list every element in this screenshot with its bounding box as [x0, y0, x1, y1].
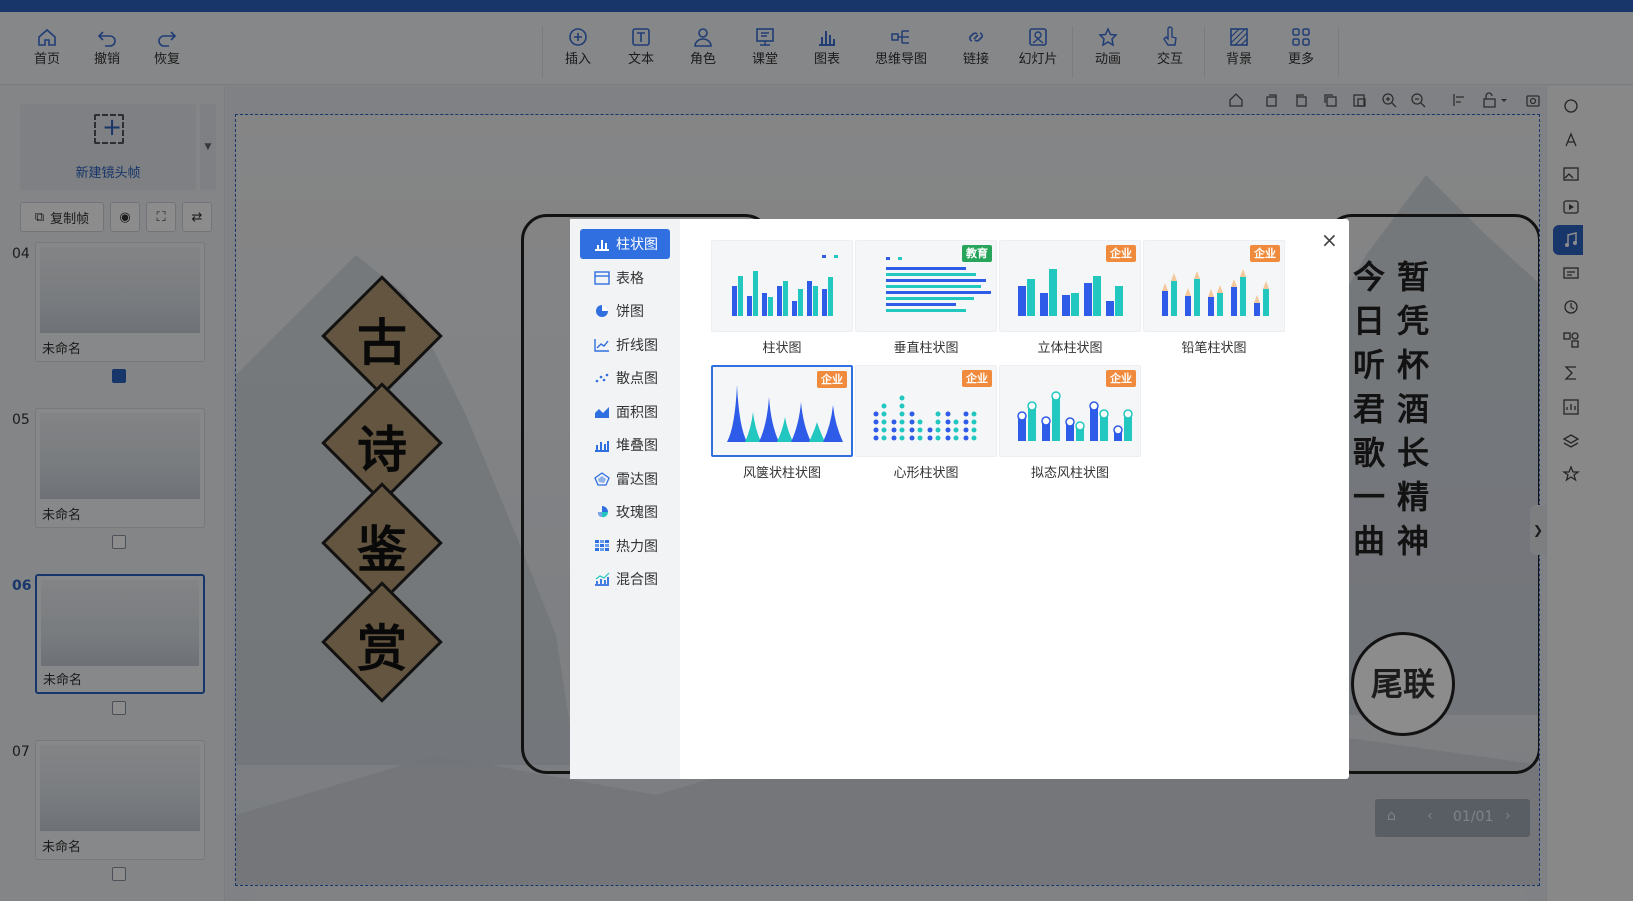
chart-template-label: 风箧状柱状图	[742, 466, 821, 481]
chart-category-sidebar: 柱状图 表格 饼图 折线图 散点图 面积图 堆叠图 雷达图 玫瑰图 热力图 混合…	[570, 219, 680, 779]
enterprise-tag: 企业	[1250, 245, 1280, 262]
mixed-chart-icon	[594, 572, 610, 586]
chart-template-3d-bar[interactable]: 企业	[999, 240, 1141, 332]
chart-template-label: 心形柱状图	[893, 466, 959, 481]
chart-template-sail-bar[interactable]: 企业	[711, 365, 853, 457]
heatmap-icon	[594, 539, 610, 553]
category-label: 面积图	[616, 405, 658, 421]
radar-chart-icon	[594, 472, 610, 486]
close-dialog-icon[interactable]: ×	[1321, 230, 1338, 250]
chart-template-label: 垂直柱状图	[893, 341, 959, 356]
category-table[interactable]: 表格	[580, 263, 670, 293]
category-scatter[interactable]: 散点图	[580, 363, 670, 393]
scatter-chart-icon	[594, 371, 610, 385]
category-stack[interactable]: 堆叠图	[580, 430, 670, 460]
category-heatmap[interactable]: 热力图	[580, 531, 670, 561]
category-label: 雷达图	[616, 472, 658, 488]
enterprise-tag: 企业	[1106, 370, 1136, 387]
rose-chart-icon	[594, 505, 610, 519]
category-radar[interactable]: 雷达图	[580, 464, 670, 494]
category-label: 玫瑰图	[616, 505, 658, 521]
category-line[interactable]: 折线图	[580, 330, 670, 360]
chart-template-vertical-bar[interactable]: 教育	[855, 240, 997, 332]
category-bar[interactable]: 柱状图	[580, 229, 670, 259]
chart-template-label: 铅笔柱状图	[1181, 341, 1247, 356]
category-label: 折线图	[616, 338, 658, 354]
area-chart-icon	[594, 405, 610, 419]
enterprise-tag: 企业	[817, 371, 847, 388]
category-label: 饼图	[616, 304, 644, 320]
chart-template-neumorphic-bar[interactable]: 企业	[999, 365, 1141, 457]
edu-tag: 教育	[962, 245, 992, 262]
enterprise-tag: 企业	[962, 370, 992, 387]
chart-template-label: 拟态风柱状图	[1030, 466, 1109, 481]
category-label: 散点图	[616, 371, 658, 387]
bar-chart-icon	[594, 237, 610, 251]
category-rose[interactable]: 玫瑰图	[580, 497, 670, 527]
line-chart-icon	[594, 338, 610, 352]
category-label: 堆叠图	[616, 438, 658, 454]
chart-template-pencil-bar[interactable]: 企业	[1143, 240, 1285, 332]
stacked-chart-icon	[594, 438, 610, 452]
enterprise-tag: 企业	[1106, 245, 1136, 262]
category-pie[interactable]: 饼图	[580, 296, 670, 326]
table-icon	[594, 271, 610, 285]
bar-chart-preview	[732, 255, 838, 316]
category-label: 表格	[616, 271, 644, 287]
category-label: 热力图	[616, 539, 658, 555]
chart-template-label: 柱状图	[762, 341, 802, 356]
category-area[interactable]: 面积图	[580, 397, 670, 427]
category-label: 混合图	[616, 572, 658, 588]
category-label: 柱状图	[616, 237, 658, 253]
chart-template-heart-bar[interactable]: 企业	[855, 365, 997, 457]
chart-template-label: 立体柱状图	[1037, 341, 1103, 356]
pie-chart-icon	[594, 304, 610, 318]
category-mixed[interactable]: 混合图	[580, 564, 670, 594]
chart-picker-dialog: 柱状图 表格 饼图 折线图 散点图 面积图 堆叠图 雷达图 玫瑰图 热力图 混合…	[570, 219, 1349, 779]
chart-template-bar[interactable]	[711, 240, 853, 332]
